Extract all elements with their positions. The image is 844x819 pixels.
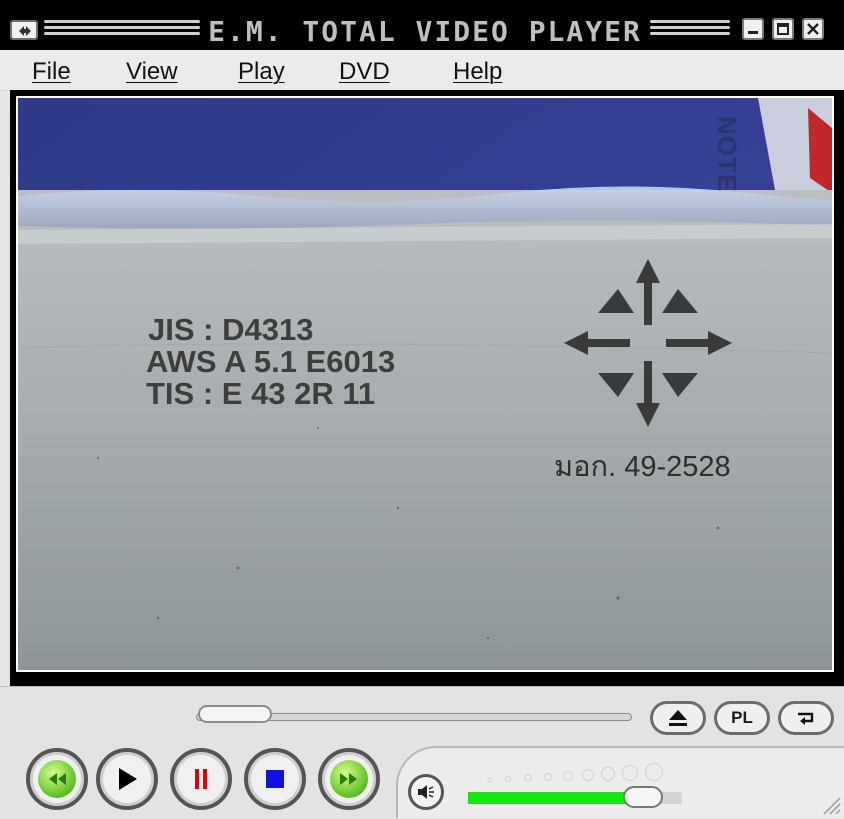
volume-fill bbox=[468, 792, 644, 804]
volume-thumb[interactable] bbox=[623, 786, 664, 808]
eject-button[interactable] bbox=[650, 701, 706, 735]
video-frame: JIS : D4313 AWS A 5.1 E6013 TIS : E 43 2… bbox=[10, 90, 844, 686]
playlist-button-label: PL bbox=[731, 708, 753, 727]
rewind-button[interactable] bbox=[26, 748, 88, 810]
stop-button[interactable] bbox=[244, 748, 306, 810]
video-standard-mark-text: มอก. 49-2528 bbox=[554, 451, 731, 483]
rewind-icon bbox=[49, 773, 66, 785]
video-text-line-1: JIS : D4313 bbox=[148, 312, 314, 347]
close-icon bbox=[807, 23, 819, 35]
seek-thumb[interactable] bbox=[198, 705, 272, 723]
speaker-icon bbox=[418, 785, 434, 799]
volume-level-indicator bbox=[487, 763, 663, 783]
fast-forward-button[interactable] bbox=[318, 748, 380, 810]
video-display[interactable]: JIS : D4313 AWS A 5.1 E6013 TIS : E 43 2… bbox=[16, 96, 834, 672]
mute-button[interactable] bbox=[408, 774, 444, 810]
menu-dvd[interactable]: DVD bbox=[339, 58, 390, 86]
resize-grip-icon[interactable] bbox=[818, 792, 842, 816]
title-decoration-right bbox=[650, 20, 730, 42]
menu-file[interactable]: File bbox=[32, 58, 71, 86]
eject-icon bbox=[669, 710, 687, 726]
menu-bar: File View Play DVD Help bbox=[0, 50, 844, 91]
video-frame-image bbox=[18, 98, 832, 670]
video-box-edge-text: NOTE bbox=[712, 116, 742, 193]
menu-help[interactable]: Help bbox=[453, 58, 502, 86]
close-button[interactable] bbox=[802, 18, 824, 40]
fast-forward-icon bbox=[340, 773, 357, 785]
repeat-button[interactable] bbox=[778, 701, 834, 735]
system-menu-icon[interactable] bbox=[10, 20, 38, 40]
menu-view[interactable]: View bbox=[126, 58, 178, 86]
title-decoration-left bbox=[44, 20, 200, 42]
pause-icon bbox=[195, 769, 207, 789]
playlist-button[interactable]: PL bbox=[714, 701, 770, 735]
window-title: E.M. TOTAL VIDEO PLAYER bbox=[208, 15, 642, 48]
maximize-button[interactable] bbox=[772, 18, 794, 40]
play-button[interactable] bbox=[96, 748, 158, 810]
repeat-icon bbox=[798, 712, 814, 725]
minimize-icon bbox=[748, 31, 758, 34]
menu-play[interactable]: Play bbox=[238, 58, 285, 86]
video-text-line-2: AWS A 5.1 E6013 bbox=[146, 344, 396, 379]
pause-button[interactable] bbox=[170, 748, 232, 810]
maximize-icon bbox=[777, 23, 789, 35]
video-text-line-3: TIS : E 43 2R 11 bbox=[146, 376, 376, 411]
stop-icon bbox=[266, 770, 284, 788]
player-window: E.M. TOTAL VIDEO PLAYER File View Play D… bbox=[0, 0, 844, 819]
play-icon bbox=[119, 768, 137, 790]
title-bar[interactable]: E.M. TOTAL VIDEO PLAYER bbox=[0, 0, 844, 50]
minimize-button[interactable] bbox=[742, 18, 764, 40]
